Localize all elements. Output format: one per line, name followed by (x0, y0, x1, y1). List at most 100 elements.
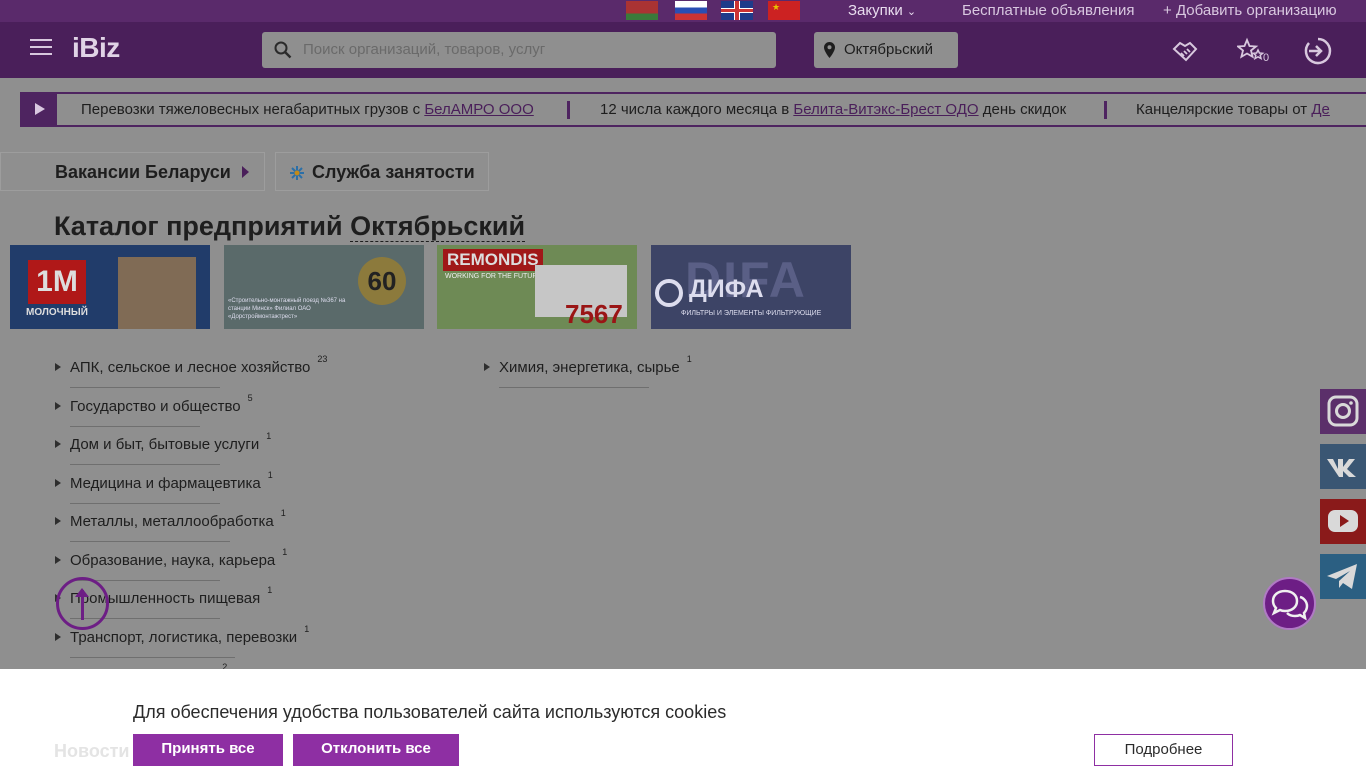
free-ads-link[interactable]: Бесплатные объявления (962, 2, 1134, 19)
purchases-menu[interactable]: Закупки ⌄ (848, 2, 916, 19)
bullet-triangle-icon (55, 440, 61, 448)
cookie-banner: Новости Для обеспечения удобства пользов… (0, 669, 1366, 768)
page-title: Каталог предприятий Октябрьский (54, 211, 526, 242)
site-logo[interactable]: iBiz (72, 32, 120, 64)
banner-remondis[interactable]: REMONDIS WORKING FOR THE FUTURE 7567 (437, 245, 637, 329)
category-divider (70, 387, 220, 388)
decline-all-button[interactable]: Отклонить все (293, 734, 459, 766)
news-heading-behind: Новости (54, 741, 130, 761)
banner-difa-name: ДИФА (689, 275, 764, 303)
add-organization-link[interactable]: + Добавить организацию (1163, 2, 1337, 19)
banner-1m-dairy[interactable]: 1M МОЛОЧНЫЙ (10, 245, 210, 329)
banner-difa-sub: ФИЛЬТРЫ И ЭЛЕМЕНТЫ ФИЛЬТРУЮЩИЕ (681, 310, 822, 317)
ticker-separator (567, 101, 570, 119)
category-name: Транспорт, логистика, перевозки (70, 628, 298, 646)
ticker-separator (1104, 101, 1107, 119)
category-count: 1 (267, 585, 273, 595)
bullet-triangle-icon (55, 363, 61, 371)
category-item[interactable]: АПК, сельское и лесное хозяйство 23 (55, 354, 327, 376)
search-input[interactable]: Поиск организаций, товаров, услуг (262, 32, 776, 68)
category-item[interactable]: Химия, энергетика, сырье 1 (484, 354, 692, 376)
gear-icon (655, 279, 683, 307)
favorites-count: 0 (1263, 52, 1270, 64)
location-pin-icon (824, 42, 835, 58)
more-info-button[interactable]: Подробнее (1094, 734, 1233, 766)
chat-icon[interactable] (1263, 577, 1316, 630)
category-divider (70, 656, 235, 658)
page-title-text: Каталог предприятий (54, 211, 351, 241)
chevron-down-icon: ⌄ (906, 6, 917, 18)
ticker-text: Перевозки тяжеловесных негабаритных груз… (81, 101, 425, 118)
category-name: Металлы, металлообработка (70, 513, 274, 530)
category-item[interactable]: Транспорт, логистика, перевозки 1 (55, 624, 309, 646)
news-ticker: Перевозки тяжеловесных негабаритных груз… (20, 92, 1366, 127)
category-item[interactable]: Медицина и фармацевтика 1 (55, 470, 273, 492)
category-divider (499, 387, 649, 388)
category-divider (70, 425, 200, 427)
flag-ru-icon[interactable] (675, 1, 707, 20)
category-item[interactable]: Металлы, металлообработка 1 (55, 508, 286, 530)
city-selector[interactable]: Октябрьский (814, 32, 958, 68)
category-item[interactable]: Государство и общество 5 (55, 393, 253, 415)
instagram-icon[interactable] (1320, 389, 1366, 434)
category-count: 1 (282, 546, 288, 557)
banner-1m-mark: 1M (28, 260, 86, 304)
category-count: 5 (247, 392, 253, 403)
banner-remondis-sub: WORKING FOR THE FUTURE (445, 273, 543, 280)
cookie-message: Для обеспечения удобства пользователей с… (133, 702, 727, 722)
page-title-city[interactable]: Октябрьский (350, 211, 526, 242)
scroll-up-icon[interactable] (56, 577, 109, 630)
category-name: Государство и общество (70, 397, 241, 415)
telegram-icon[interactable] (1320, 554, 1366, 599)
banner-smp-367[interactable]: «Строительно-монтажный поезд №367 на ста… (224, 245, 424, 329)
ticker-item: 12 числа каждого месяца в Белита-Витэкс-… (600, 101, 1066, 118)
bullet-triangle-icon (55, 555, 61, 564)
category-name: Дом и быт, бытовые услуги (70, 436, 260, 453)
ticker-text: 12 числа каждого месяца в (600, 101, 794, 118)
play-icon[interactable] (22, 94, 57, 125)
category-count: 1 (280, 508, 286, 518)
category-divider (70, 541, 230, 542)
bullet-triangle-icon (484, 363, 490, 371)
purchases-label: Закупки (848, 2, 903, 19)
ticker-link[interactable]: Де (1311, 101, 1330, 118)
bullet-triangle-icon (55, 401, 61, 410)
banner-remondis-brand: REMONDIS (443, 249, 543, 271)
ticker-link[interactable]: БелАМРО ООО (424, 101, 533, 118)
category-name: Медицина и фармацевтика (70, 474, 261, 492)
main-header: iBiz Поиск организаций, товаров, услуг О… (0, 22, 1366, 78)
category-name: Образование, наука, карьера (70, 551, 276, 569)
flag-cn-icon[interactable]: ★ (768, 1, 800, 20)
banner-difa[interactable]: DIFA ДИФА ФИЛЬТРЫ И ЭЛЕМЕНТЫ ФИЛЬТРУЮЩИЕ (651, 245, 851, 329)
search-placeholder: Поиск организаций, товаров, услуг (303, 41, 546, 58)
vacancies-label: Вакансии Беларуси (55, 162, 231, 182)
ticker-item: Канцелярские товары от Де (1136, 101, 1330, 118)
ticker-link[interactable]: Белита-Витэкс-Брест ОДО (793, 101, 978, 118)
category-item[interactable]: Дом и быт, бытовые услуги 1 (55, 431, 271, 453)
category-divider (70, 464, 220, 465)
ticker-text: Канцелярские товары от (1136, 101, 1312, 118)
top-strip: ★ Закупки ⌄ Бесплатные объявления + Доба… (0, 0, 1366, 22)
category-item[interactable]: Образование, наука, карьера 1 (55, 547, 287, 569)
category-count: 1 (267, 469, 273, 480)
bullet-triangle-icon (55, 632, 61, 641)
employment-logo-icon (290, 166, 304, 180)
category-count: 1 (304, 623, 310, 634)
bullet-triangle-icon (55, 478, 61, 487)
vacancies-button[interactable]: Вакансии Беларуси (0, 152, 265, 191)
banner-smp-caption: «Строительно-монтажный поезд №367 на ста… (228, 298, 346, 320)
flag-uk-icon[interactable] (721, 1, 753, 20)
category-count: 1 (266, 431, 272, 441)
banner-smp-badge: 60 (358, 257, 406, 305)
menu-icon[interactable] (30, 39, 52, 55)
employment-service-button[interactable]: Служба занятости (275, 152, 489, 191)
plus-icon: + (1163, 2, 1172, 19)
flag-by-icon[interactable] (626, 1, 658, 20)
accept-all-button[interactable]: Принять все (133, 734, 283, 766)
youtube-icon[interactable] (1320, 499, 1366, 544)
chevron-right-icon (242, 166, 249, 178)
handshake-icon[interactable] (1171, 36, 1201, 66)
login-icon[interactable] (1303, 36, 1333, 66)
vk-icon[interactable] (1320, 444, 1366, 489)
category-count: 23 (317, 354, 328, 364)
